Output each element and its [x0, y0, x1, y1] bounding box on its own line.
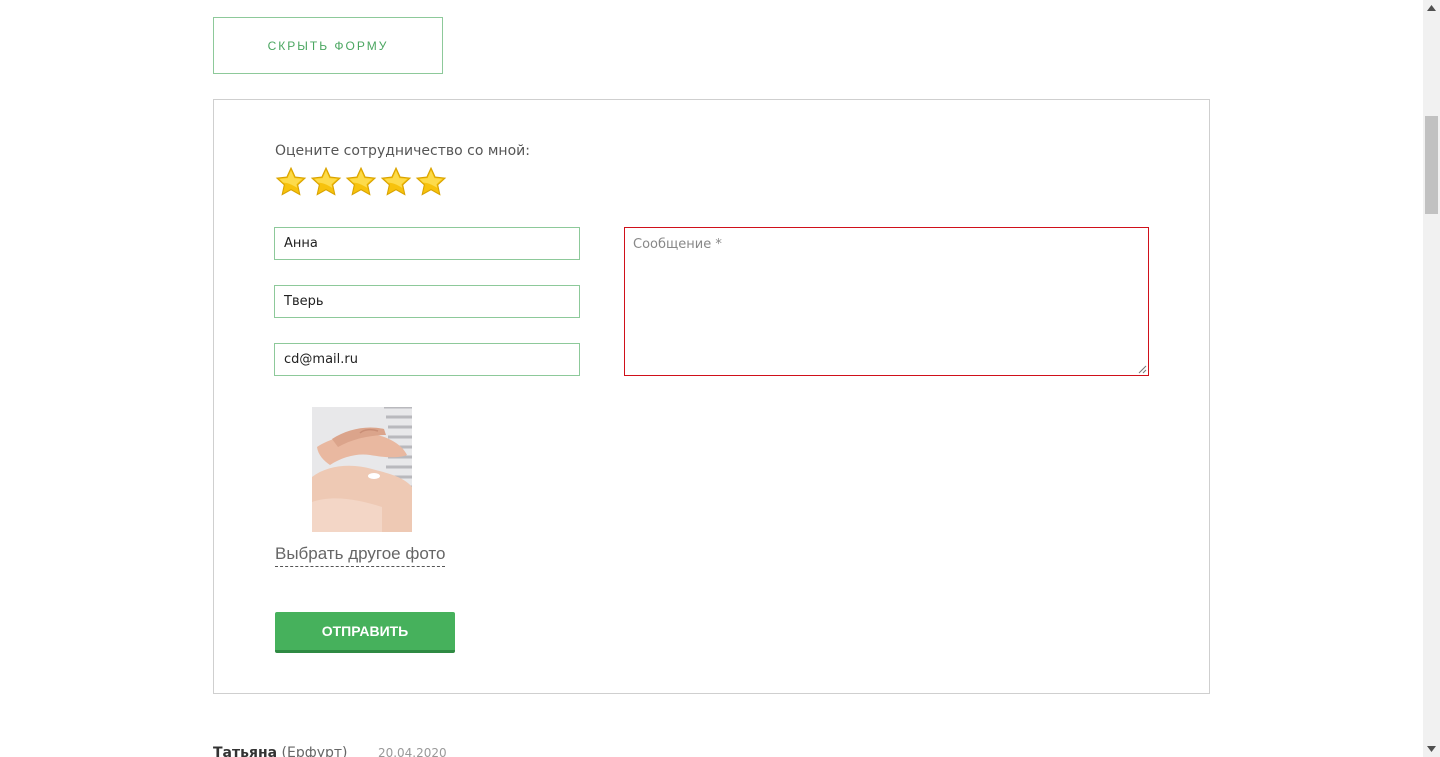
city-value: Тверь	[284, 294, 324, 309]
review-author: Татьяна	[213, 745, 278, 757]
page-scrollbar[interactable]	[1423, 0, 1440, 757]
name-input[interactable]: Анна	[274, 227, 580, 260]
review-city: (Ерфурт)	[281, 745, 348, 757]
star-icon[interactable]	[415, 166, 447, 198]
change-photo-link[interactable]: Выбрать другое фото	[275, 544, 446, 567]
scroll-down-arrow-icon[interactable]	[1427, 746, 1436, 752]
star-icon[interactable]	[310, 166, 342, 198]
submit-button[interactable]: ОТПРАВИТЬ	[275, 612, 455, 653]
email-value: cd@mail.ru	[284, 352, 358, 367]
hide-form-button[interactable]: СКРЫТЬ ФОРМУ	[213, 17, 443, 74]
name-value: Анна	[284, 236, 318, 251]
email-input[interactable]: cd@mail.ru	[274, 343, 580, 376]
resize-grip-icon[interactable]	[1137, 364, 1147, 374]
scrollbar-thumb[interactable]	[1425, 116, 1438, 214]
star-icon[interactable]	[345, 166, 377, 198]
rating-stars	[275, 166, 447, 198]
scroll-up-arrow-icon[interactable]	[1427, 5, 1436, 11]
rating-label: Оцените сотрудничество со мной:	[275, 143, 530, 159]
review-header: Татьяна (Ерфурт) 20.04.2020	[213, 745, 447, 757]
uploaded-photo	[312, 407, 412, 532]
city-input[interactable]: Тверь	[274, 285, 580, 318]
review-date: 20.04.2020	[377, 746, 447, 757]
message-textarea[interactable]: Сообщение *	[624, 227, 1149, 376]
star-icon[interactable]	[380, 166, 412, 198]
review-form: Оцените сотрудничество со мной: Анна Тве…	[213, 99, 1210, 694]
star-icon[interactable]	[275, 166, 307, 198]
message-placeholder: Сообщение *	[633, 237, 722, 252]
